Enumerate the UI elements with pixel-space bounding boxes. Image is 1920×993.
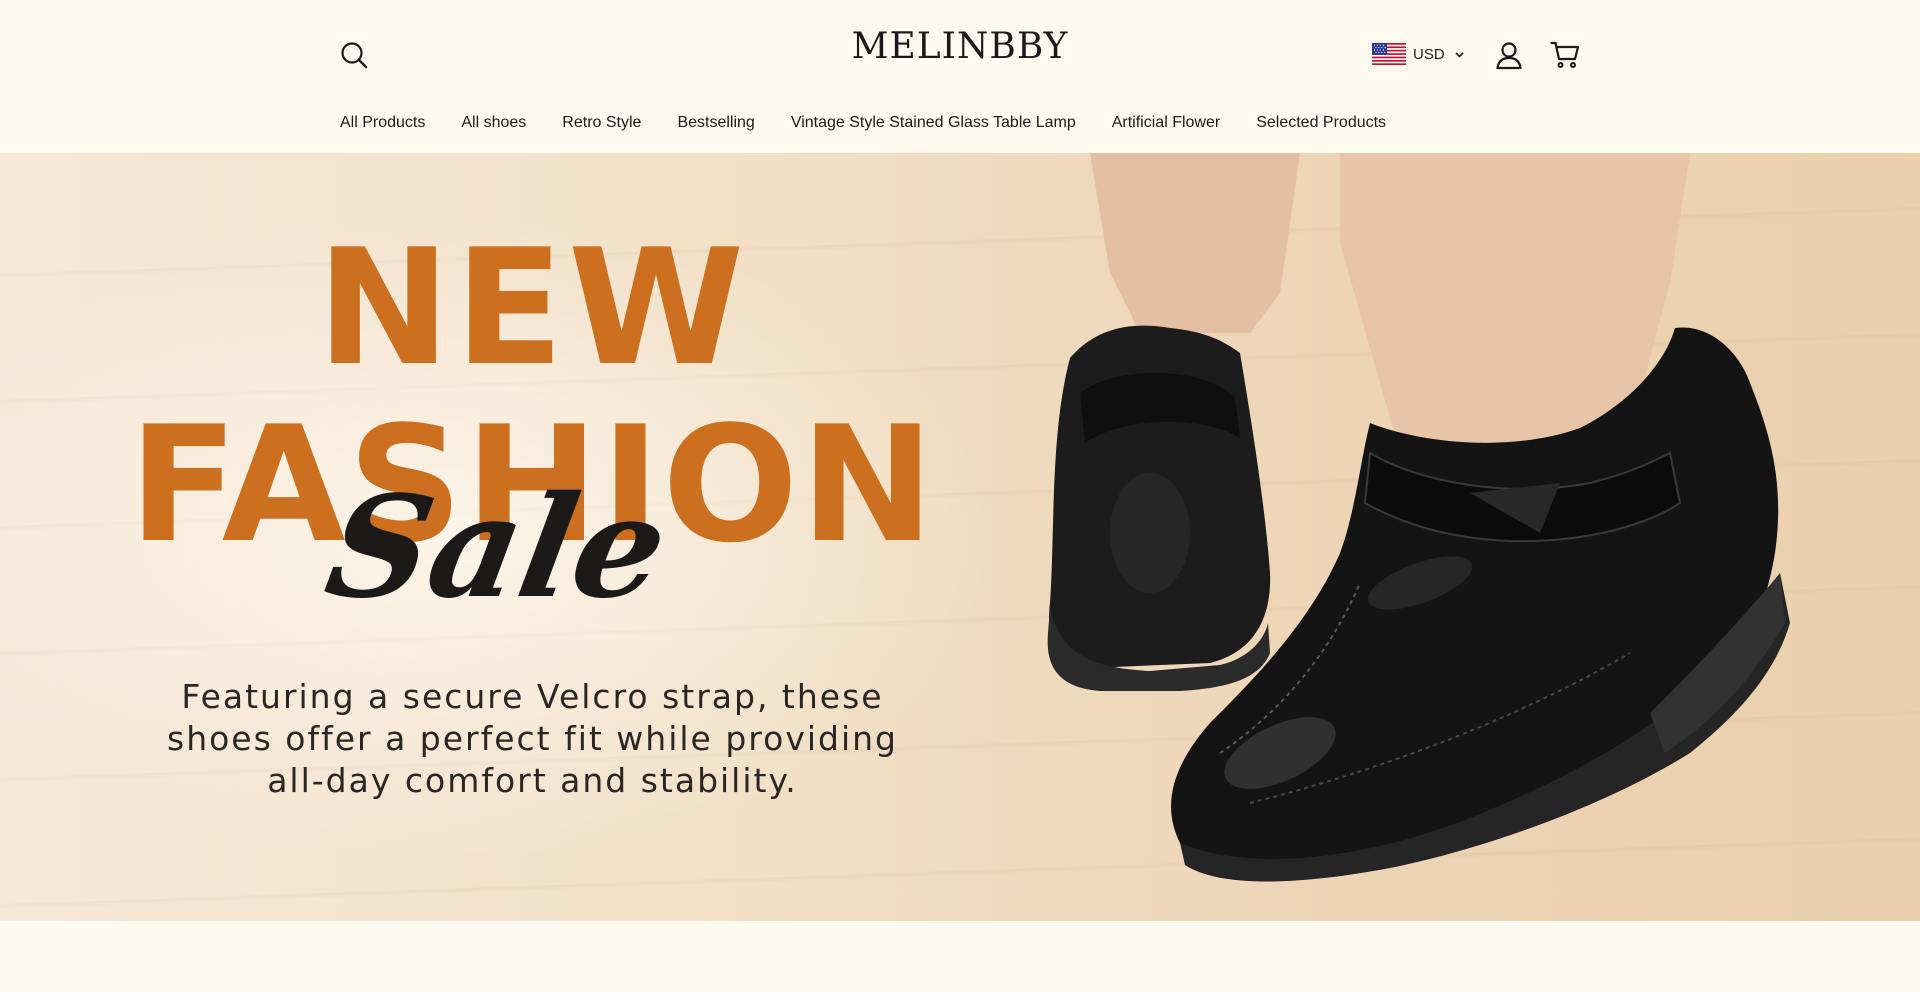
search-button[interactable] — [339, 40, 369, 70]
hero-description-line: Featuring a secure Velcro strap, these — [181, 677, 884, 716]
currency-code: USD — [1413, 45, 1445, 63]
shopping-cart-icon — [1550, 41, 1580, 68]
nav-item-all-shoes[interactable]: All shoes — [461, 114, 526, 132]
hero-description-line: shoes offer a perfect fit while providin… — [167, 719, 898, 758]
hero-headline-sale: Sale — [315, 466, 679, 630]
site-header: MELINBBY USD All Products All shoes Retr… — [0, 0, 1920, 153]
nav-item-artificial-flower[interactable]: Artificial Flower — [1112, 114, 1220, 132]
hero-banner[interactable]: NEW FASHION Sale Featuring a secure Velc… — [0, 153, 1920, 921]
hero-shoes-image — [1047, 153, 1790, 882]
nav-item-table-lamp[interactable]: Vintage Style Stained Glass Table Lamp — [791, 114, 1076, 132]
account-button[interactable] — [1494, 40, 1524, 70]
brand-logo[interactable]: MELINBBY — [700, 26, 1220, 67]
hero-description: Featuring a secure Velcro strap, these s… — [150, 676, 915, 802]
hero-headline-new: NEW — [316, 214, 749, 401]
hero-description-line: all-day comfort and stability. — [267, 761, 798, 800]
nav-item-selected-products[interactable]: Selected Products — [1256, 114, 1386, 132]
chevron-down-icon — [1455, 51, 1464, 58]
nav-item-retro-style[interactable]: Retro Style — [562, 114, 641, 132]
us-flag-icon — [1372, 43, 1406, 65]
cart-button[interactable] — [1550, 40, 1580, 70]
nav-item-bestselling[interactable]: Bestselling — [677, 114, 754, 132]
main-navigation: All Products All shoes Retro Style Bests… — [340, 114, 1386, 132]
user-account-icon — [1496, 42, 1522, 70]
search-icon — [341, 42, 368, 69]
nav-item-all-products[interactable]: All Products — [340, 114, 425, 132]
currency-selector[interactable]: USD — [1372, 42, 1465, 66]
